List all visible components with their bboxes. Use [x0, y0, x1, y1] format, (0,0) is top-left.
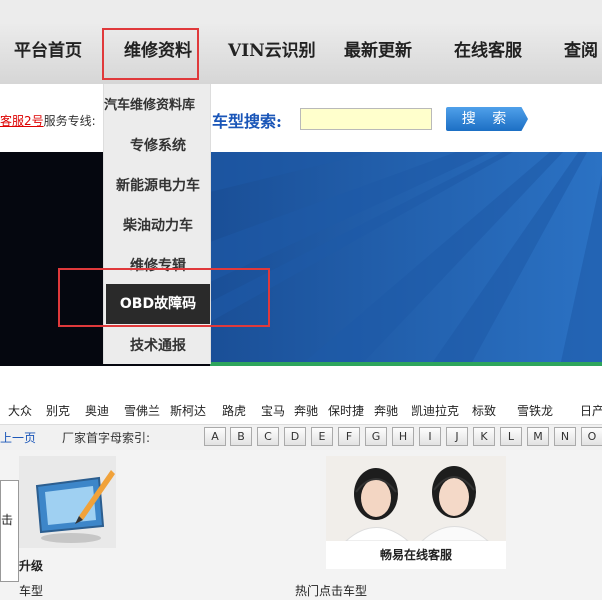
nav-home[interactable]: 平台首页: [14, 36, 82, 61]
hot-models-right-label: 热门点击车型: [295, 584, 368, 598]
service-agents-photo: [326, 456, 506, 541]
hot-models-left-label: 车型: [19, 584, 44, 598]
brand-link[interactable]: 奔驰: [294, 402, 318, 419]
dropdown-item-repair-library[interactable]: 汽车维修资料库: [104, 94, 212, 113]
search-label: 车型搜索:: [212, 112, 282, 131]
brand-link[interactable]: 保时捷: [328, 402, 364, 419]
banner: [0, 152, 602, 366]
letter-button[interactable]: L: [500, 427, 522, 446]
brand-link[interactable]: 凯迪拉克: [411, 402, 459, 419]
brand-link[interactable]: 别克: [46, 402, 70, 419]
highlight-repair-data: [102, 28, 199, 80]
brand-link[interactable]: 雪佛兰: [124, 402, 160, 419]
letter-button[interactable]: H: [392, 427, 414, 446]
banner-graphic: [210, 152, 602, 366]
brand-link[interactable]: 日产: [580, 402, 602, 419]
brand-link[interactable]: 大众: [8, 402, 32, 419]
top-strip: [0, 0, 602, 22]
letter-button[interactable]: O: [581, 427, 602, 446]
service-line: 客服2号服务专线:: [0, 112, 96, 129]
nav-vin-recognition[interactable]: VIN云识别: [228, 36, 316, 61]
letter-button[interactable]: M: [527, 427, 549, 446]
dropdown-item-specialty-systems[interactable]: 专修系统: [104, 135, 212, 155]
brand-link[interactable]: 路虎: [222, 402, 246, 419]
monitor-pen-icon: [19, 456, 116, 548]
online-service-caption[interactable]: 畅易在线客服: [326, 541, 506, 569]
letter-button[interactable]: E: [311, 427, 333, 446]
left-panel-text[interactable]: 击: [1, 511, 13, 528]
letter-index-label: 厂家首字母索引:: [62, 431, 151, 445]
service-label: 服务专线:: [43, 114, 96, 128]
highlight-obd-codes: [58, 268, 270, 327]
left-side-panel: 击: [0, 480, 19, 582]
brand-link[interactable]: 奔驰: [374, 402, 398, 419]
brand-link[interactable]: 斯柯达: [170, 402, 206, 419]
upgrade-label[interactable]: 升级: [19, 557, 43, 574]
search-button[interactable]: 搜 索: [446, 107, 528, 131]
prev-page-link[interactable]: 上一页: [0, 429, 36, 446]
brand-link[interactable]: 雪铁龙: [517, 402, 553, 419]
dropdown-item-new-energy[interactable]: 新能源电力车: [104, 175, 212, 195]
service-link[interactable]: 客服2号: [0, 114, 44, 128]
letter-button[interactable]: A: [204, 427, 226, 446]
letter-button[interactable]: N: [554, 427, 576, 446]
letter-button[interactable]: B: [230, 427, 252, 446]
letter-button[interactable]: G: [365, 427, 387, 446]
letter-button[interactable]: K: [473, 427, 495, 446]
brand-link[interactable]: 宝马: [261, 402, 285, 419]
nav-online-service[interactable]: 在线客服: [454, 36, 522, 61]
nav-latest-updates[interactable]: 最新更新: [344, 36, 412, 61]
letter-button[interactable]: I: [419, 427, 441, 446]
dropdown-item-diesel[interactable]: 柴油动力车: [104, 215, 212, 235]
letter-button[interactable]: F: [338, 427, 360, 446]
letter-button[interactable]: C: [257, 427, 279, 446]
software-upgrade-image[interactable]: [19, 456, 116, 548]
search-input[interactable]: [300, 108, 432, 130]
letter-button[interactable]: J: [446, 427, 468, 446]
nav-lookup[interactable]: 查阅: [564, 36, 598, 61]
brand-link[interactable]: 标致: [472, 402, 496, 419]
letter-button[interactable]: D: [284, 427, 306, 446]
online-service-image[interactable]: [326, 456, 506, 541]
brand-link[interactable]: 奥迪: [85, 402, 109, 419]
dropdown-item-tech-bulletins[interactable]: 技术通报: [104, 335, 212, 355]
